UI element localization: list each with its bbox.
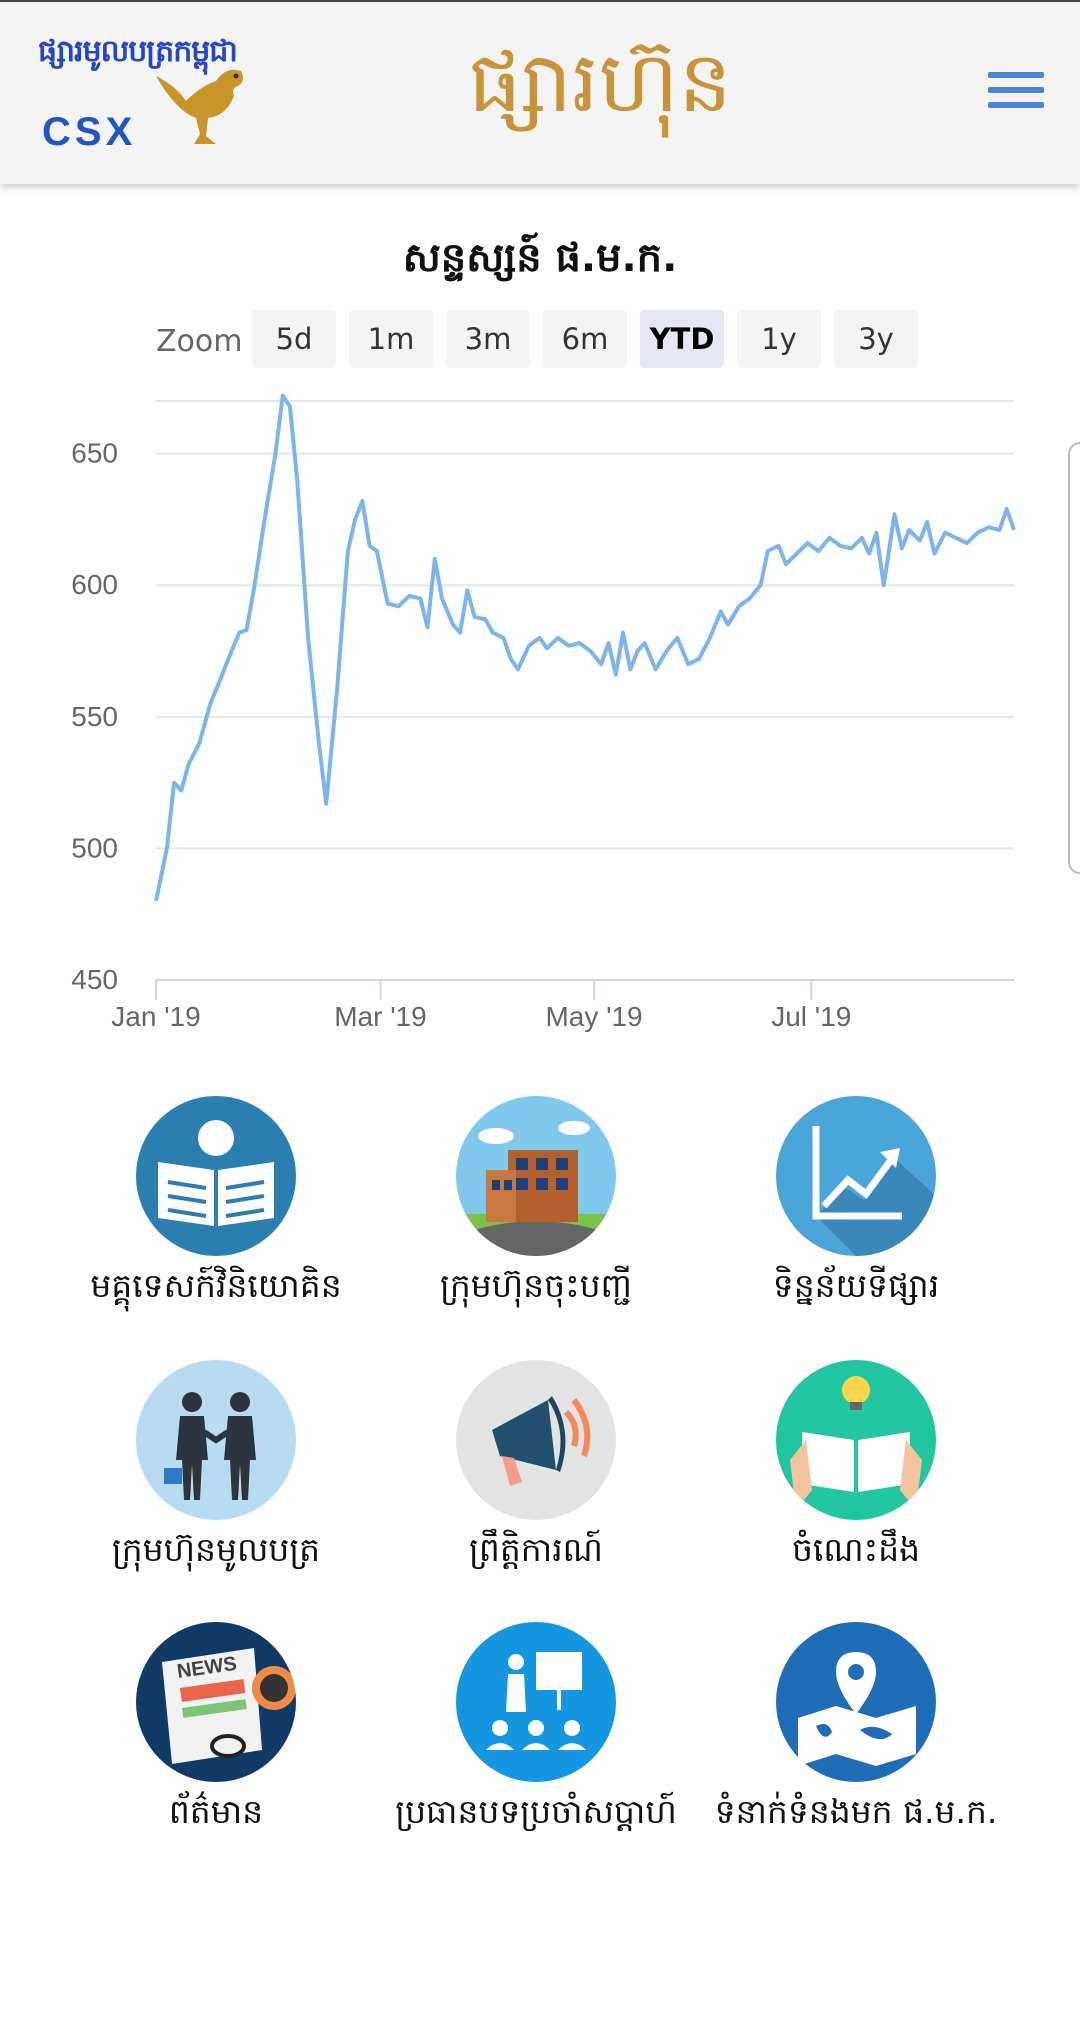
menu-label: ទិន្នន័យទីផ្សារ [772,1266,940,1305]
menu-label: ក្រុមហ៊ុនចុះបញ្ជី [440,1266,632,1305]
menu-market-data[interactable]: ទិន្នន័យទីផ្សារ [696,1096,1016,1314]
x-tick-label: May '19 [545,1001,642,1032]
map-location-icon [776,1622,936,1782]
zoom-ytd-button[interactable]: YTD [640,310,724,368]
rooster-logo-icon [156,69,243,144]
company-building-icon [456,1096,616,1256]
menu-listed-companies[interactable]: ក្រុមហ៊ុនចុះបញ្ជី [376,1096,696,1314]
zoom-3m-button[interactable]: 3m [446,310,530,368]
menu-contact-csx[interactable]: ទំនាក់ទំនងមក ផ.ម.ក. [696,1622,1016,1840]
chart-title: សន្ទស្សន៍ ផ.ម.ក. [402,235,678,281]
zoom-6m-button[interactable]: 6m [543,310,627,368]
menu-news[interactable]: NEWS ព័ត៌មាន [56,1622,376,1840]
y-tick-label: 500 [71,832,118,863]
zoom-1m-button[interactable]: 1m [349,310,433,368]
zoom-1y-button[interactable]: 1y [737,310,821,368]
menu-label: ប្រធានបទប្រចាំសប្តាហ៍ [395,1792,677,1831]
presentation-icon [456,1622,616,1782]
menu-label: ទំនាក់ទំនងមក ផ.ម.ក. [714,1792,998,1831]
menu-securities-firms[interactable]: ក្រុមហ៊ុនមូលបត្រ [56,1360,376,1578]
app-header: ផ្សារមូលបត្រកម្ពុជា CSX ផ្សារហ៊ុន [0,0,1080,184]
x-tick-label: Jul '19 [771,1001,851,1032]
menu-label: ព័ត៌មាន [168,1792,264,1831]
hamburger-menu-icon[interactable] [988,72,1044,116]
zoom-5d-button[interactable]: 5d [252,310,336,368]
y-tick-label: 600 [71,569,118,600]
megaphone-icon [456,1360,616,1520]
menu-label: ព្រឹត្តិការណ៍ [469,1530,603,1569]
handshake-people-icon [136,1360,296,1520]
menu-label: មគ្គុទេសក៍វិនិយោគិន [90,1266,342,1305]
y-tick-label: 550 [71,701,118,732]
csx-logo[interactable]: ផ្សារមូលបត្រកម្ពុជា CSX [38,26,258,156]
newspaper-reader-icon [136,1096,296,1256]
menu-weekly-topic[interactable]: ប្រធានបទប្រចាំសប្តាហ៍ [376,1622,696,1840]
book-idea-icon [776,1360,936,1520]
news-icon: NEWS [136,1622,296,1782]
menu-knowledge[interactable]: ចំណេះដឹង [696,1360,1016,1578]
menu-events[interactable]: ព្រឹត្តិការណ៍ [376,1360,696,1578]
menu-label: ក្រុមហ៊ុនមូលបត្រ [111,1530,321,1569]
zoom-3y-button[interactable]: 3y [834,310,918,368]
menu-label: ចំណេះដឹង [791,1530,921,1569]
market-index-chart[interactable]: 450 500 550 600 650 Jan '19 Mar '19 May '19 Jul… [0,380,1080,1040]
app-title: ផ្សារហ៊ុន [468,33,732,131]
logo-csx-text: CSX [42,110,137,154]
y-tick-label: 650 [71,438,118,469]
x-tick-label: Jan '19 [111,1001,200,1032]
market-chart-icon [776,1096,936,1256]
y-tick-label: 450 [71,964,118,995]
zoom-label: Zoom [156,324,243,359]
index-series-line[interactable] [154,393,1016,902]
x-tick-label: Mar '19 [334,1001,427,1032]
menu-investor-guide[interactable]: មគ្គុទេសក៍វិនិយោគិន [56,1096,376,1314]
